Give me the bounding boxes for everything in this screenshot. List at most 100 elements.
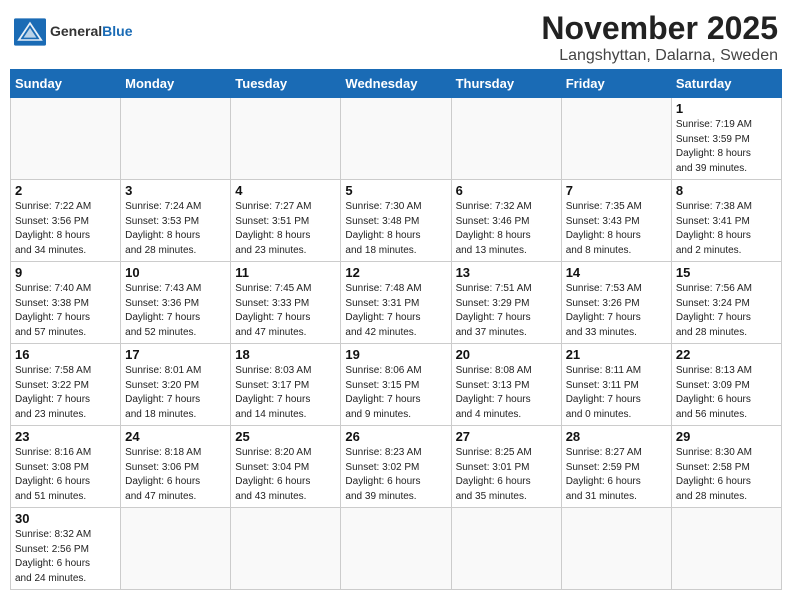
calendar-cell xyxy=(561,98,671,180)
calendar-week-row: 30 Sunrise: 8:32 AM Sunset: 2:56 PM Dayli… xyxy=(11,508,782,590)
calendar-cell: 25 Sunrise: 8:20 AM Sunset: 3:04 PM Dayli… xyxy=(231,426,341,508)
day-number: 8 xyxy=(676,183,777,198)
calendar-cell: 28 Sunrise: 8:27 AM Sunset: 2:59 PM Dayli… xyxy=(561,426,671,508)
calendar-cell xyxy=(231,508,341,590)
day-header-monday: Monday xyxy=(121,70,231,98)
day-info: Sunrise: 8:13 AM Sunset: 3:09 PM Dayligh… xyxy=(676,364,777,422)
day-info: Sunrise: 7:19 AM Sunset: 3:59 PM Dayligh… xyxy=(676,118,777,176)
day-info: Sunrise: 7:48 AM Sunset: 3:31 PM Dayligh… xyxy=(345,282,446,340)
day-info: Sunrise: 8:06 AM Sunset: 3:15 PM Dayligh… xyxy=(345,364,446,422)
day-info: Sunrise: 7:53 AM Sunset: 3:26 PM Dayligh… xyxy=(566,282,667,340)
day-info: Sunrise: 7:43 AM Sunset: 3:36 PM Dayligh… xyxy=(125,282,226,340)
calendar-cell: 16 Sunrise: 7:58 AM Sunset: 3:22 PM Dayli… xyxy=(11,344,121,426)
day-info: Sunrise: 7:24 AM Sunset: 3:53 PM Dayligh… xyxy=(125,200,226,258)
calendar-cell: 19 Sunrise: 8:06 AM Sunset: 3:15 PM Dayli… xyxy=(341,344,451,426)
day-header-friday: Friday xyxy=(561,70,671,98)
day-number: 5 xyxy=(345,183,446,198)
calendar-header-row: SundayMondayTuesdayWednesdayThursdayFrid… xyxy=(11,70,782,98)
day-info: Sunrise: 8:27 AM Sunset: 2:59 PM Dayligh… xyxy=(566,446,667,504)
day-header-saturday: Saturday xyxy=(671,70,781,98)
day-number: 7 xyxy=(566,183,667,198)
day-info: Sunrise: 7:40 AM Sunset: 3:38 PM Dayligh… xyxy=(15,282,116,340)
calendar-cell: 20Sunrise: 8:08 AM Sunset: 3:13 PM Dayli… xyxy=(451,344,561,426)
day-info: Sunrise: 8:11 AM Sunset: 3:11 PM Dayligh… xyxy=(566,364,667,422)
calendar-cell xyxy=(121,98,231,180)
day-number: 4 xyxy=(235,183,336,198)
calendar-cell xyxy=(451,508,561,590)
calendar-cell xyxy=(11,98,121,180)
calendar-cell xyxy=(231,98,341,180)
calendar-cell: 12 Sunrise: 7:48 AM Sunset: 3:31 PM Dayli… xyxy=(341,262,451,344)
logo-text: GeneralBlue xyxy=(50,24,132,39)
day-number: 12 xyxy=(345,265,446,280)
calendar-cell xyxy=(451,98,561,180)
day-number: 3 xyxy=(125,183,226,198)
day-number: 16 xyxy=(15,347,116,362)
calendar-cell xyxy=(671,508,781,590)
day-number: 25 xyxy=(235,429,336,444)
day-header-tuesday: Tuesday xyxy=(231,70,341,98)
day-info: Sunrise: 7:30 AM Sunset: 3:48 PM Dayligh… xyxy=(345,200,446,258)
calendar-cell: 3 Sunrise: 7:24 AM Sunset: 3:53 PM Daylig… xyxy=(121,180,231,262)
calendar-cell: 1 Sunrise: 7:19 AM Sunset: 3:59 PM Daylig… xyxy=(671,98,781,180)
calendar-week-row: 1 Sunrise: 7:19 AM Sunset: 3:59 PM Daylig… xyxy=(11,98,782,180)
day-header-sunday: Sunday xyxy=(11,70,121,98)
calendar-cell: 7 Sunrise: 7:35 AM Sunset: 3:43 PM Daylig… xyxy=(561,180,671,262)
day-info: Sunrise: 8:08 AM Sunset: 3:13 PM Dayligh… xyxy=(456,364,557,422)
day-number: 18 xyxy=(235,347,336,362)
day-number: 11 xyxy=(235,265,336,280)
day-info: Sunrise: 7:27 AM Sunset: 3:51 PM Dayligh… xyxy=(235,200,336,258)
calendar-cell: 21 Sunrise: 8:11 AM Sunset: 3:11 PM Dayli… xyxy=(561,344,671,426)
calendar-week-row: 23 Sunrise: 8:16 AM Sunset: 3:08 PM Dayli… xyxy=(11,426,782,508)
calendar-cell: 14 Sunrise: 7:53 AM Sunset: 3:26 PM Dayli… xyxy=(561,262,671,344)
day-info: Sunrise: 8:32 AM Sunset: 2:56 PM Dayligh… xyxy=(15,528,116,586)
calendar-cell: 5 Sunrise: 7:30 AM Sunset: 3:48 PM Daylig… xyxy=(341,180,451,262)
day-info: Sunrise: 8:16 AM Sunset: 3:08 PM Dayligh… xyxy=(15,446,116,504)
day-number: 29 xyxy=(676,429,777,444)
day-info: Sunrise: 7:35 AM Sunset: 3:43 PM Dayligh… xyxy=(566,200,667,258)
day-info: Sunrise: 7:32 AM Sunset: 3:46 PM Dayligh… xyxy=(456,200,557,258)
day-number: 24 xyxy=(125,429,226,444)
calendar-cell xyxy=(341,98,451,180)
calendar-cell xyxy=(341,508,451,590)
calendar-cell xyxy=(121,508,231,590)
calendar-cell: 26Sunrise: 8:23 AM Sunset: 3:02 PM Dayli… xyxy=(341,426,451,508)
calendar-week-row: 16 Sunrise: 7:58 AM Sunset: 3:22 PM Dayli… xyxy=(11,344,782,426)
day-number: 1 xyxy=(676,101,777,116)
title-area: November 2025 Langshyttan, Dalarna, Swed… xyxy=(541,10,778,65)
day-number: 23 xyxy=(15,429,116,444)
day-info: Sunrise: 8:30 AM Sunset: 2:58 PM Dayligh… xyxy=(676,446,777,504)
calendar-cell: 6Sunrise: 7:32 AM Sunset: 3:46 PM Daylig… xyxy=(451,180,561,262)
calendar-week-row: 9 Sunrise: 7:40 AM Sunset: 3:38 PM Daylig… xyxy=(11,262,782,344)
calendar-cell: 9 Sunrise: 7:40 AM Sunset: 3:38 PM Daylig… xyxy=(11,262,121,344)
day-number: 19 xyxy=(345,347,446,362)
day-info: Sunrise: 7:45 AM Sunset: 3:33 PM Dayligh… xyxy=(235,282,336,340)
day-info: Sunrise: 8:20 AM Sunset: 3:04 PM Dayligh… xyxy=(235,446,336,504)
calendar-cell: 15Sunrise: 7:56 AM Sunset: 3:24 PM Dayli… xyxy=(671,262,781,344)
day-number: 10 xyxy=(125,265,226,280)
day-number: 21 xyxy=(566,347,667,362)
calendar-cell: 18Sunrise: 8:03 AM Sunset: 3:17 PM Dayli… xyxy=(231,344,341,426)
day-header-thursday: Thursday xyxy=(451,70,561,98)
day-number: 9 xyxy=(15,265,116,280)
day-number: 30 xyxy=(15,511,116,526)
day-info: Sunrise: 7:38 AM Sunset: 3:41 PM Dayligh… xyxy=(676,200,777,258)
day-number: 14 xyxy=(566,265,667,280)
calendar-week-row: 2Sunrise: 7:22 AM Sunset: 3:56 PM Daylig… xyxy=(11,180,782,262)
day-info: Sunrise: 7:58 AM Sunset: 3:22 PM Dayligh… xyxy=(15,364,116,422)
calendar-cell: 17Sunrise: 8:01 AM Sunset: 3:20 PM Dayli… xyxy=(121,344,231,426)
calendar-cell: 4 Sunrise: 7:27 AM Sunset: 3:51 PM Daylig… xyxy=(231,180,341,262)
header: GeneralBlue November 2025 Langshyttan, D… xyxy=(10,10,782,65)
day-number: 28 xyxy=(566,429,667,444)
day-number: 13 xyxy=(456,265,557,280)
day-number: 26 xyxy=(345,429,446,444)
day-info: Sunrise: 8:25 AM Sunset: 3:01 PM Dayligh… xyxy=(456,446,557,504)
day-info: Sunrise: 8:18 AM Sunset: 3:06 PM Dayligh… xyxy=(125,446,226,504)
calendar-cell: 30 Sunrise: 8:32 AM Sunset: 2:56 PM Dayli… xyxy=(11,508,121,590)
calendar-cell: 23 Sunrise: 8:16 AM Sunset: 3:08 PM Dayli… xyxy=(11,426,121,508)
day-info: Sunrise: 7:51 AM Sunset: 3:29 PM Dayligh… xyxy=(456,282,557,340)
month-title: November 2025 xyxy=(541,10,778,47)
day-number: 27 xyxy=(456,429,557,444)
calendar-cell: 8 Sunrise: 7:38 AM Sunset: 3:41 PM Daylig… xyxy=(671,180,781,262)
calendar-cell xyxy=(561,508,671,590)
